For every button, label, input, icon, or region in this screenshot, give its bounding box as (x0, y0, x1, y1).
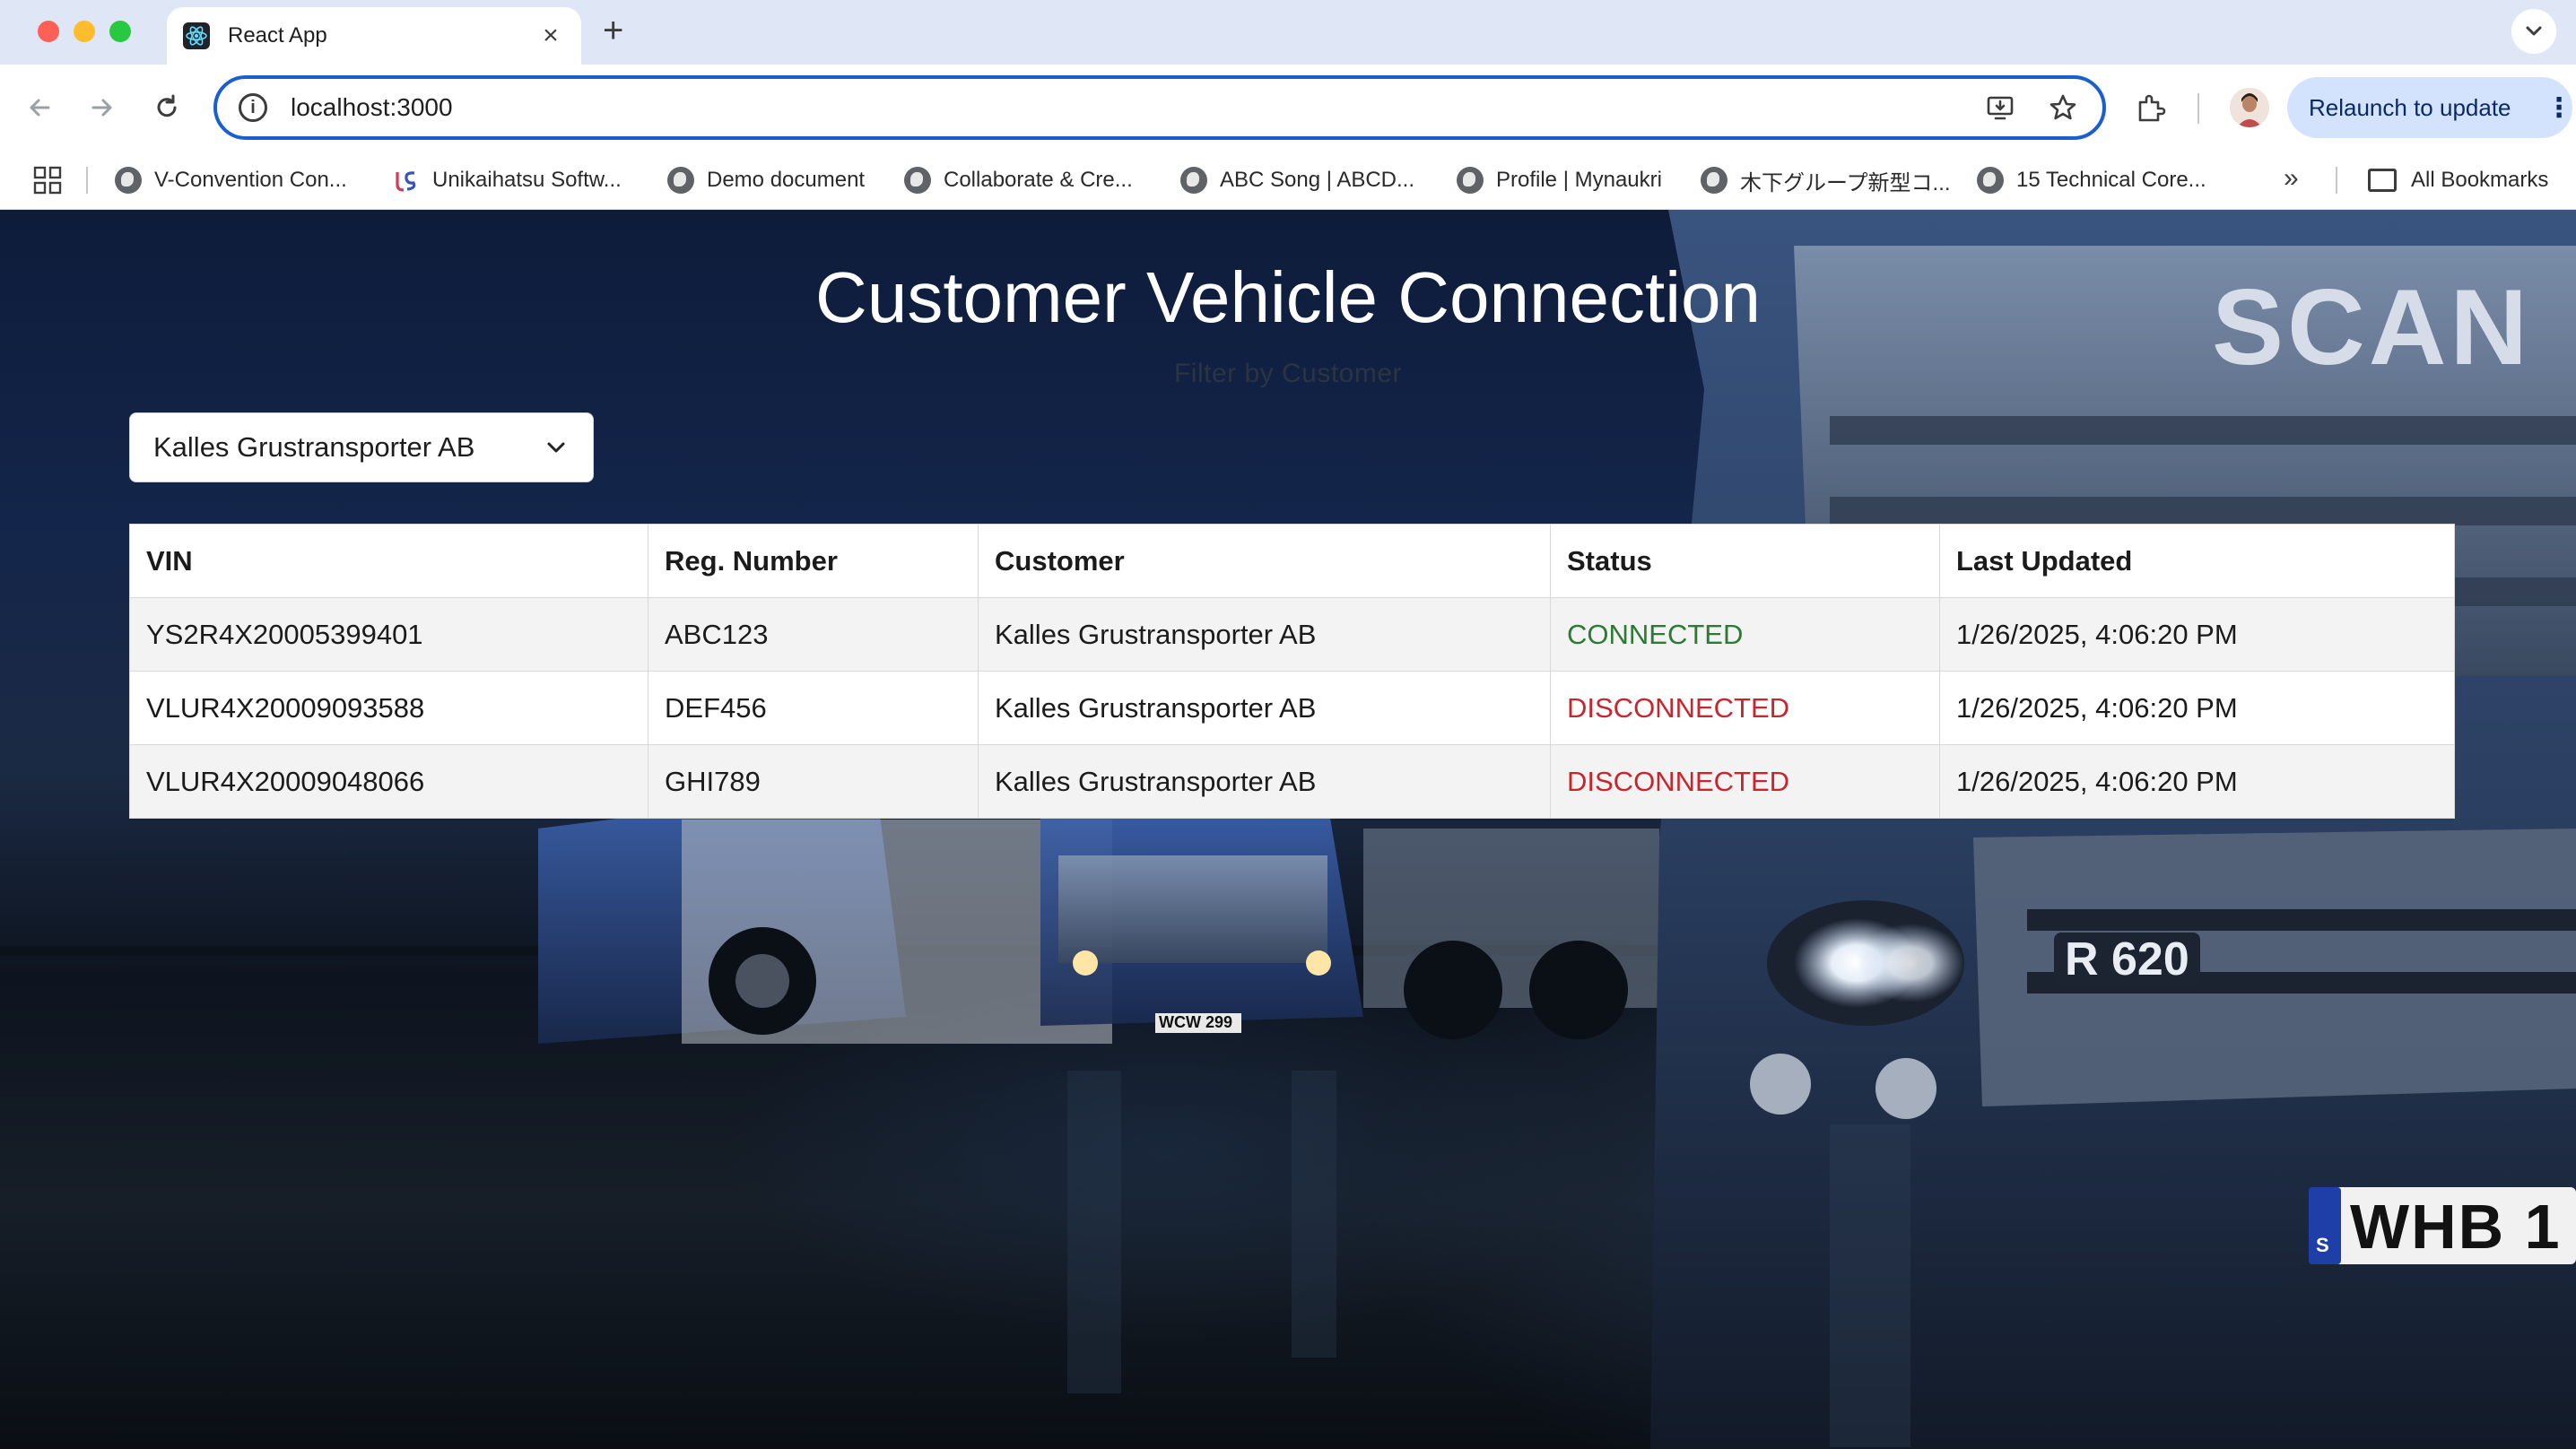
bookmark-label: ABC Song | ABCD... (1220, 168, 1414, 192)
bookmark-label: Demo document (707, 168, 866, 192)
chevron-down-icon (2526, 26, 2542, 36)
forward-button[interactable] (84, 90, 120, 126)
vehicle-table: VIN Reg. Number Customer Status Last Upd… (129, 524, 2455, 819)
arrow-left-icon (30, 99, 50, 117)
column-header-vin: VIN (129, 524, 648, 598)
minimize-window-button[interactable] (74, 21, 95, 42)
toolbar-separator (2197, 93, 2199, 124)
bookmarks-bar: V-Convention Con... Unikaihatsu Softw...… (0, 151, 2576, 210)
browser-window: React App × + i localhost:3000 Relaunch … (0, 0, 2576, 1449)
all-bookmarks-label: All Bookmarks (2411, 168, 2549, 192)
browser-toolbar: i localhost:3000 Relaunch to update ⋮ (0, 65, 2576, 151)
install-app-icon[interactable] (1982, 90, 2018, 126)
extensions-icon[interactable] (2133, 90, 2169, 126)
globe-icon (1977, 167, 2004, 194)
new-tab-button[interactable]: + (603, 13, 623, 48)
chevron-down-icon (543, 434, 570, 461)
address-bar[interactable]: i localhost:3000 (213, 75, 2106, 140)
reload-button[interactable] (149, 90, 185, 126)
column-header-last-updated: Last Updated (1939, 524, 2455, 598)
more-vert-icon[interactable]: ⋮ (2546, 92, 2572, 124)
bookmark-item[interactable]: Profile | Mynaukri (1457, 151, 1662, 210)
tab-title: React App (228, 23, 327, 48)
globe-icon (115, 167, 142, 194)
globe-icon (1701, 167, 1727, 194)
tab-react-app[interactable]: React App × (167, 7, 581, 65)
brand-icon (393, 167, 420, 194)
table-row: VLUR4X20009048066 GHI789 Kalles Grustran… (129, 744, 2455, 819)
column-header-status: Status (1550, 524, 1940, 598)
address-url[interactable]: localhost:3000 (291, 93, 1955, 122)
cell-customer: Kalles Grustransporter AB (978, 597, 1551, 672)
background-plate-country: S (2316, 1234, 2329, 1256)
bookmark-label: 木下グループ新型コ... (1740, 170, 1951, 195)
bookmark-star-icon[interactable] (2045, 90, 2081, 126)
bookmark-item[interactable]: 木下グループ新型コ... (1701, 151, 1951, 210)
column-header-customer: Customer (978, 524, 1551, 598)
globe-icon (904, 167, 931, 194)
bookmarks-separator (2336, 167, 2337, 194)
cell-status: CONNECTED (1550, 597, 1940, 672)
site-info-icon[interactable]: i (239, 93, 267, 122)
bookmarks-separator (86, 167, 88, 194)
tab-close-icon[interactable]: × (536, 22, 565, 49)
back-button[interactable] (22, 90, 57, 126)
cell-vin: YS2R4X20005399401 (129, 597, 648, 672)
reload-icon (157, 94, 177, 117)
bookmark-item[interactable]: Collaborate & Cre... (904, 151, 1133, 210)
cell-status: DISCONNECTED (1550, 744, 1940, 819)
background-plate-main: WHB 1 (2350, 1192, 2562, 1262)
table-row: YS2R4X20005399401 ABC123 Kalles Grustran… (129, 597, 2455, 672)
bookmark-item[interactable]: 15 Technical Core... (1977, 151, 2206, 210)
cell-reg-number: DEF456 (648, 671, 979, 745)
cell-last-updated: 1/26/2025, 4:06:20 PM (1939, 744, 2455, 819)
cell-vin: VLUR4X20009048066 (129, 744, 648, 819)
relaunch-to-update-button[interactable]: Relaunch to update ⋮ (2287, 77, 2572, 138)
filter-label: Filter by Customer (1173, 359, 1403, 388)
bookmark-label: 15 Technical Core... (2016, 168, 2206, 192)
background-trucks-photo (0, 210, 2576, 1449)
cell-reg-number: ABC123 (648, 597, 979, 672)
react-icon (183, 22, 210, 49)
globe-icon (667, 167, 694, 194)
tab-strip: React App × + (0, 0, 2576, 65)
all-bookmarks-button[interactable]: All Bookmarks (2368, 151, 2548, 210)
globe-icon (1457, 167, 1484, 194)
customer-filter-select[interactable]: Kalles Grustransporter AB (129, 412, 594, 482)
bookmark-label: Profile | Mynaukri (1496, 168, 1662, 192)
cell-last-updated: 1/26/2025, 4:06:20 PM (1939, 671, 2455, 745)
cell-customer: Kalles Grustransporter AB (978, 744, 1551, 819)
page-viewport: SCAN R 620 S WHB 1 WCW 299 Customer Vehi… (0, 210, 2576, 1449)
globe-icon (1180, 167, 1207, 194)
bookmark-label: Collaborate & Cre... (944, 168, 1133, 192)
table-header-row: VIN Reg. Number Customer Status Last Upd… (129, 524, 2455, 598)
relaunch-label: Relaunch to update (2309, 93, 2511, 121)
close-window-button[interactable] (38, 21, 59, 42)
folder-icon (2368, 169, 2397, 192)
background-plate-small: WCW 299 (1159, 1013, 1233, 1031)
maximize-window-button[interactable] (109, 21, 131, 42)
tab-search-button[interactable] (2511, 9, 2556, 54)
cell-status: DISCONNECTED (1550, 671, 1940, 745)
bookmark-label: Unikaihatsu Softw... (432, 168, 622, 192)
arrow-right-icon (91, 99, 112, 117)
cell-vin: VLUR4X20009093588 (129, 671, 648, 745)
customer-select-value: Kalles Grustransporter AB (153, 431, 475, 463)
page-title: Customer Vehicle Connection (815, 257, 1761, 337)
bookmark-item[interactable]: ABC Song | ABCD... (1180, 151, 1414, 210)
cell-reg-number: GHI789 (648, 744, 979, 819)
profile-avatar[interactable] (2230, 88, 2269, 127)
bookmark-item[interactable]: V-Convention Con... (115, 151, 347, 210)
bookmarks-overflow-icon[interactable]: » (2284, 163, 2299, 194)
bookmark-item[interactable]: Unikaihatsu Softw... (393, 151, 622, 210)
cell-customer: Kalles Grustransporter AB (978, 671, 1551, 745)
apps-grid-icon[interactable] (32, 165, 63, 195)
background-model-lettering: R 620 (2054, 933, 2200, 986)
column-header-reg-number: Reg. Number (648, 524, 979, 598)
bookmark-item[interactable]: Demo document (667, 151, 865, 210)
bookmark-label: V-Convention Con... (154, 168, 347, 192)
cell-last-updated: 1/26/2025, 4:06:20 PM (1939, 597, 2455, 672)
table-row: VLUR4X20009093588 DEF456 Kalles Grustran… (129, 671, 2455, 745)
